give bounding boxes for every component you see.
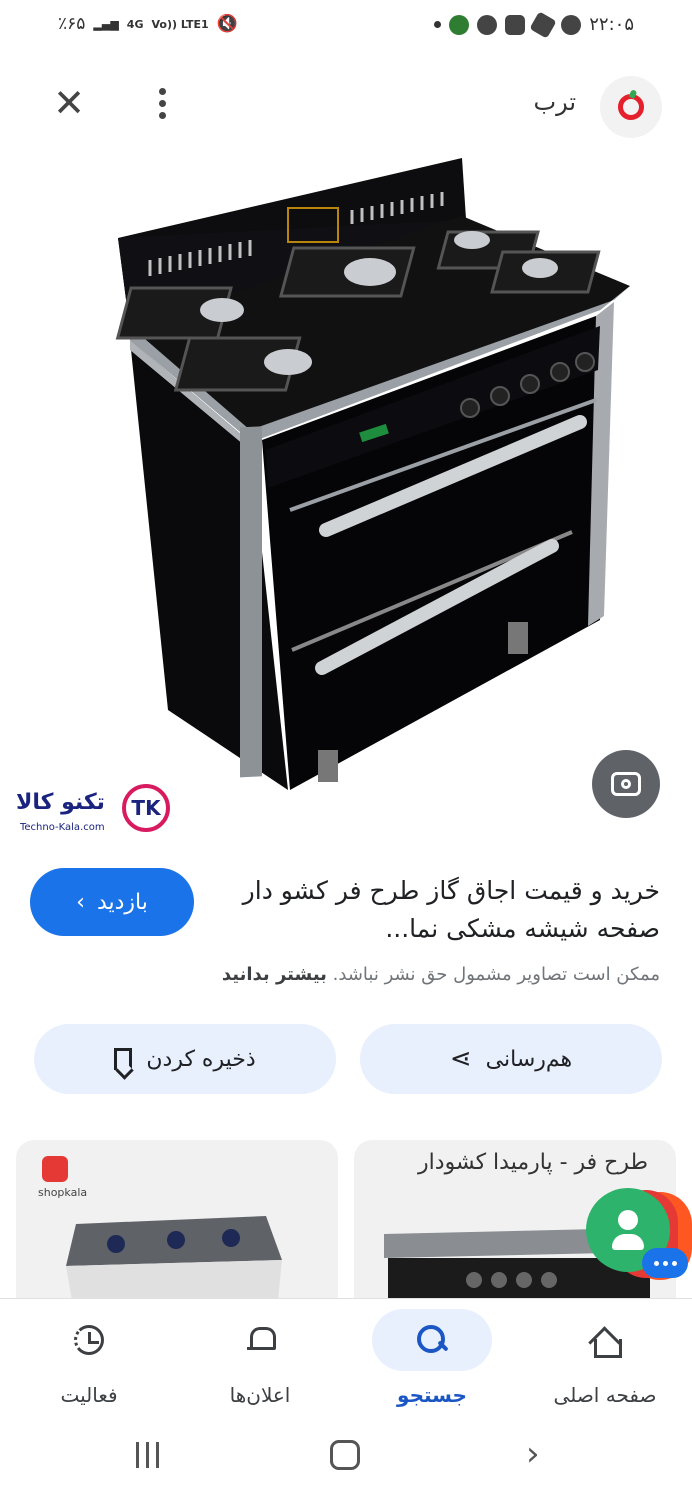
status-bar: ٪۶۵ ▂▄▆ 4G Vo)) LTE1 🔇 ۲۲:۰۵: [0, 0, 692, 54]
check-icon: [561, 14, 582, 35]
share-icon: ⋖: [449, 1044, 472, 1074]
save-label: ذخیره کردن: [146, 1046, 256, 1072]
recent-apps-icon[interactable]: [136, 1442, 159, 1468]
bookmark-icon: [114, 1048, 133, 1070]
volte-indicator: Vo)) LTE1: [151, 17, 209, 31]
share-button[interactable]: ⋖ هم‌رسانی: [360, 1024, 662, 1094]
home-icon: [590, 1327, 622, 1358]
hex-app-icon: [529, 10, 557, 39]
vpn-icon: [505, 14, 526, 35]
account-icon: [477, 14, 498, 35]
top-bar: ✕ ترب: [0, 66, 692, 142]
related-image-card[interactable]: shopkala: [16, 1140, 338, 1300]
lens-camera-icon: [611, 772, 641, 796]
activity-icon: [74, 1325, 104, 1355]
bell-icon: [247, 1325, 276, 1355]
more-vert-icon[interactable]: [150, 80, 174, 126]
bottom-navigation: صفحه اصلی جستجو اعلان‌ها فعالیت: [0, 1298, 692, 1428]
close-icon[interactable]: ✕: [46, 80, 92, 126]
save-button[interactable]: ذخیره کردن: [34, 1024, 336, 1094]
chevron-left-icon: ‹: [76, 889, 85, 915]
watermark-text: تکنو کالا: [16, 790, 105, 815]
copyright-notice: ممکن است تصاویر مشمول حق نشر نباشد. بیشت…: [20, 964, 660, 985]
watermark-url: Techno-Kala.com: [20, 822, 105, 833]
nav-home-label: صفحه اصلی: [553, 1383, 657, 1407]
back-icon[interactable]: ›: [526, 1434, 540, 1474]
watermark-logo: تکنو کالا Techno-Kala.com TK: [16, 780, 170, 844]
chat-bubble-icon[interactable]: [642, 1248, 688, 1278]
share-label: هم‌رسانی: [485, 1046, 573, 1072]
nav-notifications[interactable]: اعلان‌ها: [185, 1309, 335, 1419]
nav-home[interactable]: صفحه اصلی: [530, 1309, 680, 1419]
signal-icon: ▂▄▆: [93, 17, 119, 31]
status-right: ۲۲:۰۵: [434, 10, 634, 39]
network-type: 4G: [126, 17, 144, 31]
stove-illustration: [115, 158, 630, 790]
floating-chat-widget[interactable]: [584, 1188, 692, 1288]
notification-dot-icon: [434, 21, 442, 28]
nav-search[interactable]: جستجو: [357, 1309, 507, 1419]
system-navigation-bar: ›: [0, 1430, 692, 1500]
app-notification-icon: [449, 14, 470, 35]
result-title[interactable]: خرید و قیمت اجاق گاز طرح فر کشو دار صفحه…: [240, 872, 660, 948]
learn-more-link[interactable]: بیشتر بدانید: [222, 964, 327, 985]
search-icon: [417, 1325, 447, 1355]
product-image[interactable]: [0, 150, 692, 850]
system-home-icon[interactable]: [330, 1440, 360, 1470]
nav-notifications-label: اعلان‌ها: [229, 1383, 291, 1407]
site-name[interactable]: ترب: [533, 88, 576, 116]
nav-search-label: جستجو: [397, 1383, 467, 1407]
lens-search-button[interactable]: [592, 750, 660, 818]
site-logo-icon[interactable]: [600, 76, 662, 138]
visit-label: بازدید: [96, 889, 148, 915]
visit-button[interactable]: ‹ بازدید: [30, 868, 194, 936]
nav-activity[interactable]: فعالیت: [14, 1309, 164, 1419]
copyright-text: ممکن است تصاویر مشمول حق نشر نباشد.: [332, 964, 660, 985]
mute-icon: 🔇: [216, 14, 238, 34]
nav-activity-label: فعالیت: [60, 1383, 118, 1407]
clock: ۲۲:۰۵: [589, 14, 634, 35]
watermark-badge: TK: [122, 784, 170, 832]
battery-text: ٪۶۵: [58, 14, 86, 34]
status-left: ٪۶۵ ▂▄▆ 4G Vo)) LTE1 🔇: [58, 14, 238, 34]
related-stove-image-left: [66, 1216, 282, 1300]
